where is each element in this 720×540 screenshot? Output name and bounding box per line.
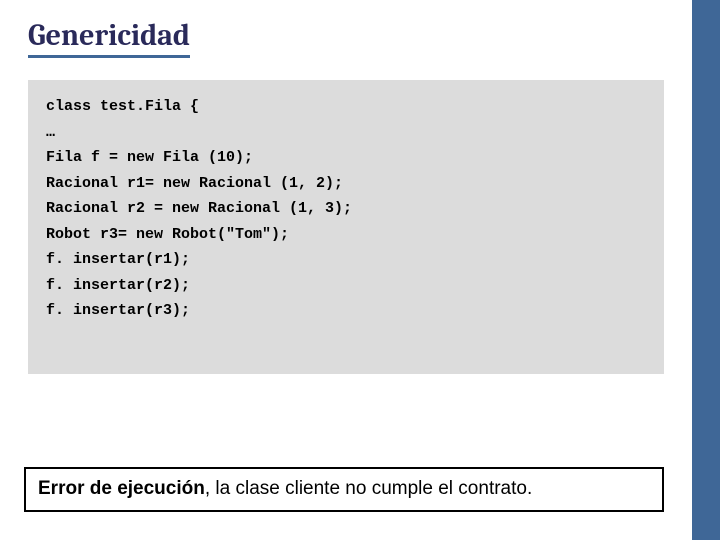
accent-bar	[692, 0, 720, 540]
code-block: class test.Fila { … Fila f = new Fila (1…	[28, 80, 664, 374]
slide-content: Genericidad class test.Fila { … Fila f =…	[0, 0, 720, 374]
error-box: Error de ejecución, la clase cliente no …	[24, 467, 664, 512]
error-rest: , la clase cliente no cumple el contrato…	[205, 478, 532, 499]
error-bold: Error de ejecución	[38, 478, 205, 499]
page-title: Genericidad	[28, 18, 190, 58]
